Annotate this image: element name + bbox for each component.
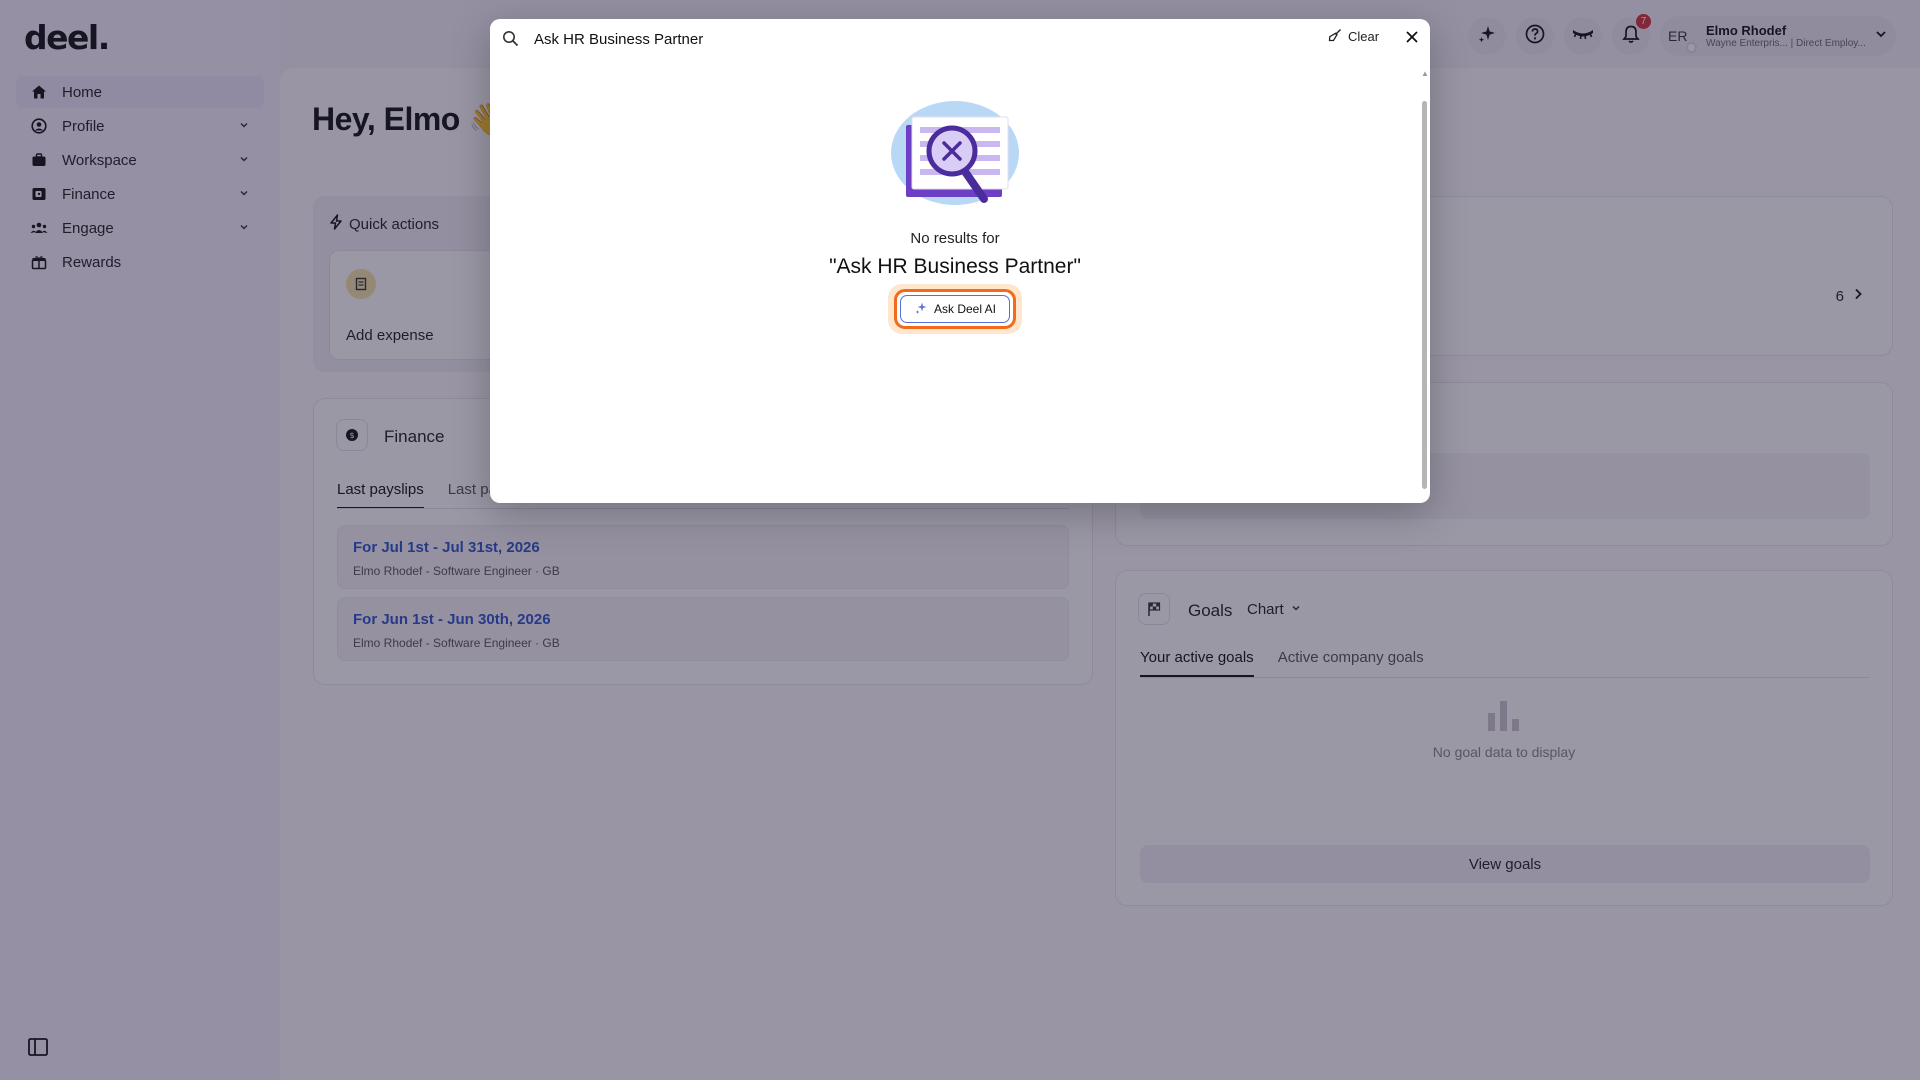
- no-results-query: "Ask HR Business Partner": [829, 255, 1081, 278]
- sparkle-icon: [914, 301, 928, 318]
- ask-deel-ai-button-inner[interactable]: Ask Deel AI: [900, 295, 1010, 323]
- broom-icon: [1328, 28, 1342, 45]
- ask-deel-ai-button[interactable]: Ask Deel AI: [894, 289, 1016, 329]
- search-icon: [502, 30, 519, 52]
- scroll-up-arrow-icon[interactable]: ▲: [1421, 69, 1429, 78]
- modal-scrollbar[interactable]: ▲: [1420, 69, 1429, 497]
- close-icon: [1405, 30, 1419, 49]
- no-results-illustration-icon: [888, 101, 1022, 216]
- search-modal: Clear ▲ No results for "Ask HR Business …: [490, 19, 1430, 503]
- clear-button[interactable]: Clear: [1328, 28, 1379, 45]
- no-results-label: No results for: [910, 230, 1000, 247]
- ask-deel-ai-label: Ask Deel AI: [933, 302, 997, 316]
- scroll-thumb[interactable]: [1422, 101, 1427, 489]
- close-button[interactable]: [1400, 27, 1424, 51]
- search-input[interactable]: [534, 27, 1094, 51]
- clear-label: Clear: [1348, 29, 1380, 44]
